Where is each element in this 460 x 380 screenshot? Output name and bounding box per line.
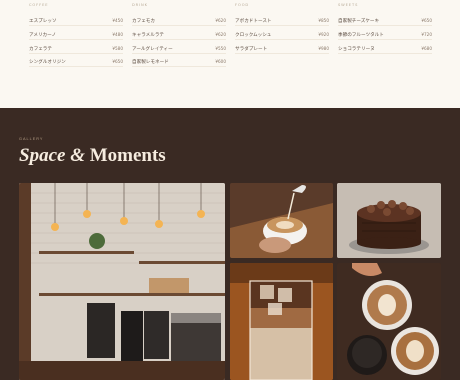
menu-column-heading: COFFEE (29, 3, 49, 7)
menu-item: 季節のフルーツタルト ¥720 (338, 32, 432, 40)
gallery-title: Space & Moments (19, 145, 166, 167)
cafe-interior-photo[interactable] (19, 183, 225, 380)
gallery-eyebrow: GALLERY (19, 137, 44, 141)
latte-art-cups-photo[interactable] (337, 263, 441, 380)
menu-item-price: ¥650 (112, 59, 123, 64)
menu-item-price: ¥620 (215, 18, 226, 23)
menu-item-name: 自家製レモネード (132, 60, 169, 65)
menu-item: アールグレイティー ¥550 (132, 46, 226, 54)
menu-item-name: カフェモカ (132, 19, 155, 24)
menu-item-name: サラダプレート (235, 47, 268, 52)
menu-item: クロックムッシュ ¥920 (235, 32, 329, 40)
chocolate-cake-photo[interactable] (337, 183, 441, 258)
menu-item-price: ¥580 (112, 46, 123, 51)
gallery-title-word: Space (19, 145, 66, 166)
menu-item: ショコラテリーヌ ¥680 (338, 46, 432, 54)
gallery-section: GALLERY Space & Moments (0, 108, 460, 380)
menu-item-price: ¥980 (318, 46, 329, 51)
latte-pour-photo[interactable] (230, 183, 333, 258)
menu-item-name: シングルオリジン (29, 60, 66, 65)
menu-item-price: ¥620 (215, 32, 226, 37)
menu-item-name: エスプレッソ (29, 19, 57, 24)
menu-item: カフェラテ ¥580 (29, 46, 123, 54)
menu-item: サラダプレート ¥980 (235, 46, 329, 54)
menu-item-name: 季節のフルーツタルト (338, 33, 384, 38)
menu-item-price: ¥600 (215, 59, 226, 64)
menu-column-heading: FOOD (235, 3, 250, 7)
menu-item-price: ¥720 (421, 32, 432, 37)
menu-item-name: 自家製チーズケーキ (338, 19, 380, 24)
menu-item: 自家製レモネード ¥600 (132, 59, 226, 67)
iced-latte-photo[interactable] (230, 263, 333, 380)
menu-section: COFFEE エスプレッソ ¥450 アメリカーノ ¥480 カフェラテ ¥580 シ… (0, 0, 460, 108)
menu-item: 自家製チーズケーキ ¥650 (338, 18, 432, 26)
menu-item: カフェモカ ¥620 (132, 18, 226, 26)
menu-item-price: ¥850 (318, 18, 329, 23)
menu-item-price: ¥550 (215, 46, 226, 51)
menu-item-price: ¥920 (318, 32, 329, 37)
menu-item-price: ¥650 (421, 18, 432, 23)
menu-item-name: アメリカーノ (29, 33, 57, 38)
menu-item-name: アボカドトースト (235, 19, 272, 24)
menu-item-price: ¥680 (421, 46, 432, 51)
menu-item-name: ショコラテリーヌ (338, 47, 375, 52)
menu-item: アメリカーノ ¥480 (29, 32, 123, 40)
menu-item-price: ¥480 (112, 32, 123, 37)
menu-item: キャラメルラテ ¥620 (132, 32, 226, 40)
menu-item: シングルオリジン ¥650 (29, 59, 123, 67)
menu-item-name: カフェラテ (29, 47, 52, 52)
gallery-title-ampersand: & (70, 145, 85, 166)
gallery-title-word: Moments (89, 145, 166, 166)
menu-item-name: キャラメルラテ (132, 33, 165, 38)
menu-item-name: クロックムッシュ (235, 33, 272, 38)
menu-item: アボカドトースト ¥850 (235, 18, 329, 26)
menu-item: エスプレッソ ¥450 (29, 18, 123, 26)
menu-column-heading: DRINK (132, 3, 148, 7)
menu-item-price: ¥450 (112, 18, 123, 23)
menu-column-heading: SWEETS (338, 3, 359, 7)
menu-item-name: アールグレイティー (132, 47, 173, 52)
